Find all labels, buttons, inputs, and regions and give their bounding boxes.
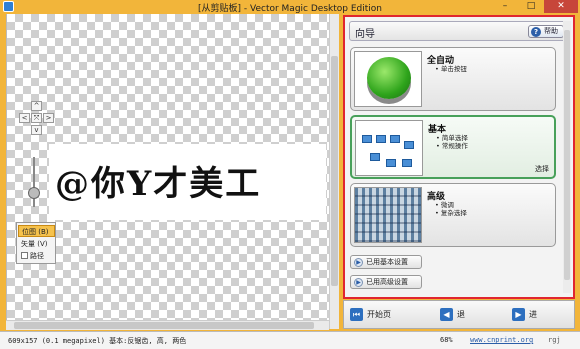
basic-settings-button[interactable]: ▶ 已用基本设置	[350, 255, 422, 269]
wizard-header: 向导 ? 帮助	[349, 21, 569, 41]
selected-indicator: 选择	[535, 165, 549, 173]
advanced-settings-button[interactable]: ▶ 已用高级设置	[350, 275, 422, 289]
canvas-horizontal-scrollbar[interactable]	[6, 320, 329, 330]
help-icon: ?	[531, 27, 541, 37]
fit-button[interactable]: ⤧	[31, 113, 42, 123]
next-label: 进	[529, 310, 537, 319]
close-button[interactable]: ✕	[544, 0, 578, 13]
version-text: rgj	[548, 336, 561, 344]
pan-right-button[interactable]: >	[43, 113, 54, 123]
wizard-navigation: ⏮ 开始页 ◀ 退 ▶ 进	[343, 300, 575, 329]
status-bar: 609x157 (0.1 megapixel) 基本:反锯齿, 高, 两色 68…	[0, 331, 580, 349]
option-bullet: 简单选择	[436, 134, 468, 142]
basic-settings-label: 已用基本设置	[366, 258, 408, 266]
image-info: 609x157 (0.1 megapixel) 基本:反锯齿, 高, 两色	[8, 337, 187, 345]
title-bar: [从剪贴板] - Vector Magic Desktop Edition – …	[0, 0, 580, 14]
option-basic[interactable]: 基本 简单选择 常规操作 选择	[350, 115, 556, 179]
mixer-image	[354, 187, 422, 243]
arrow-right-icon: ▶	[354, 258, 363, 267]
pan-controls: ^ < ⤧ > v	[17, 101, 57, 139]
back-arrow-icon: ◀	[440, 308, 453, 321]
zoom-track	[33, 157, 35, 207]
start-page-button[interactable]: ⏮ 开始页	[350, 304, 391, 326]
help-button[interactable]: ? 帮助	[528, 25, 564, 38]
wizard-title: 向导	[355, 29, 375, 40]
website-link[interactable]: www.cnprint.org	[470, 336, 533, 344]
advanced-settings-label: 已用高级设置	[366, 278, 408, 286]
arrow-right-icon: ▶	[354, 278, 363, 287]
image-canvas[interactable]: @你Y才美工 ^ < ⤧ > v 位图 (B) 矢量 (V) 路径	[6, 14, 338, 329]
green-button-image	[354, 51, 422, 107]
paths-label: 路径	[30, 252, 44, 260]
help-label: 帮助	[544, 27, 558, 35]
zoom-knob[interactable]	[28, 187, 40, 199]
zoom-slider[interactable]	[27, 157, 41, 207]
view-mode-panel: 位图 (B) 矢量 (V) 路径	[16, 222, 56, 264]
option-bullet: 微调	[435, 201, 467, 209]
next-arrow-icon: ▶	[512, 308, 525, 321]
paths-checkbox[interactable]	[21, 252, 28, 259]
bitmap-view-option[interactable]: 位图 (B)	[18, 225, 55, 237]
window-controls: – □ ✕	[492, 0, 578, 13]
scroll-thumb[interactable]	[564, 30, 570, 280]
option-bullets: 单击按钮	[435, 65, 467, 73]
pan-up-button[interactable]: ^	[31, 101, 42, 111]
back-button[interactable]: ◀ 退	[440, 304, 465, 326]
option-bullets: 简单选择 常规操作	[436, 134, 468, 150]
start-page-label: 开始页	[367, 310, 391, 319]
pan-left-button[interactable]: <	[19, 113, 30, 123]
green-button-icon	[367, 57, 411, 99]
wizard-scrollbar[interactable]	[563, 21, 571, 293]
option-fully-automatic[interactable]: 全自动 单击按钮	[350, 47, 556, 111]
option-bullet: 复杂选择	[435, 209, 467, 217]
option-bullet: 单击按钮	[435, 65, 467, 73]
wizard-panel: 向导 ? 帮助 全自动 单击按钮 基本 简单选择 常规操作	[343, 15, 575, 299]
zoom-level: 68%	[440, 336, 453, 344]
vector-view-option[interactable]: 矢量 (V)	[18, 238, 55, 250]
artwork-text: @你Y才美工	[55, 164, 262, 204]
scroll-thumb[interactable]	[331, 56, 338, 286]
option-bullets: 微调 复杂选择	[435, 201, 467, 217]
scroll-thumb[interactable]	[14, 322, 314, 329]
option-advanced[interactable]: 高级 微调 复杂选择	[350, 183, 556, 247]
maximize-button[interactable]: □	[518, 0, 544, 13]
pan-down-button[interactable]: v	[31, 125, 42, 135]
option-bullet: 常规操作	[436, 142, 468, 150]
minimize-button[interactable]: –	[492, 0, 518, 13]
first-page-icon: ⏮	[350, 308, 363, 321]
back-label: 退	[457, 310, 465, 319]
artwork-image: @你Y才美工	[49, 144, 326, 220]
next-button[interactable]: ▶ 进	[512, 304, 537, 326]
flowchart-image	[355, 120, 423, 176]
mixer-icon	[355, 188, 421, 242]
canvas-vertical-scrollbar[interactable]	[329, 14, 339, 329]
paths-toggle[interactable]: 路径	[18, 250, 55, 262]
